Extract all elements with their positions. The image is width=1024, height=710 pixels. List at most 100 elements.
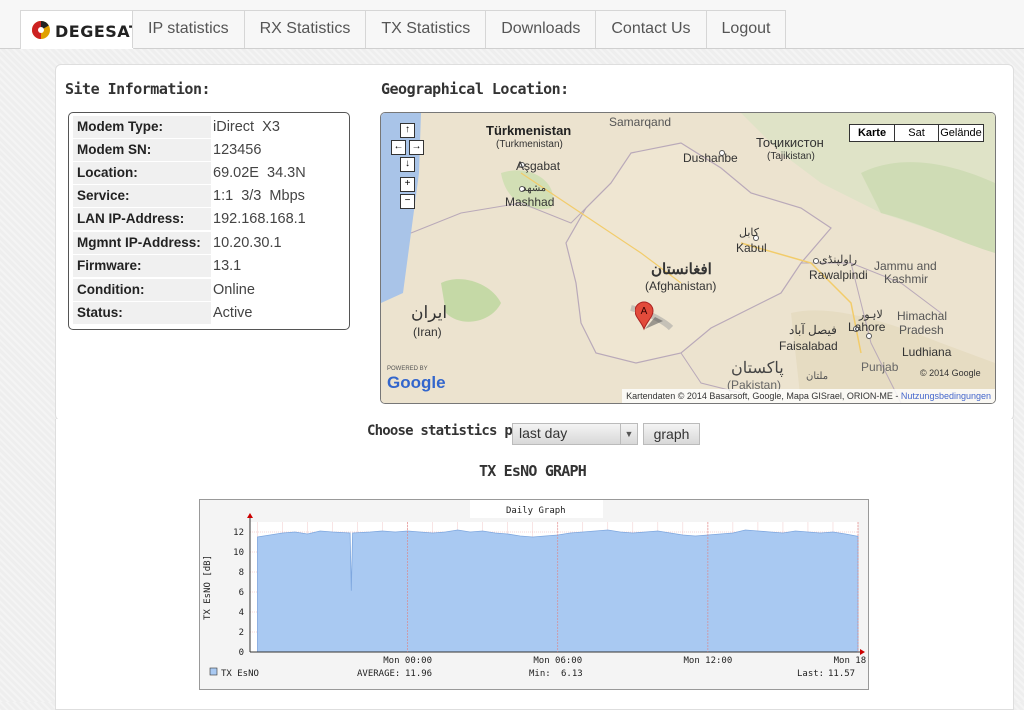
map-label-asgabat: Aşgabat (516, 159, 561, 173)
map-label-kabul: Kabul (736, 241, 767, 255)
statistics-period-select[interactable]: last day ▼ (512, 423, 638, 445)
x-tick-label: Mon 00:00 (383, 656, 432, 666)
map-pan-down-button[interactable]: ↓ (400, 157, 415, 172)
map-label-rawalpindi-fa: راولپنڈی (819, 254, 858, 266)
location-marker-label: A (641, 306, 648, 317)
top-navigation-bar: DEGESAT IP statistics RX Statistics TX S… (0, 0, 1024, 49)
y-tick-label: 6 (239, 588, 244, 598)
y-tick-label: 0 (239, 648, 244, 658)
site-row: Status: Active (73, 302, 345, 324)
map-type-gelande-button[interactable]: Gelände (938, 124, 984, 142)
map-label-afghanistan: (Afghanistan) (645, 279, 717, 293)
map-label-dushanbe: Dushanbe (683, 151, 738, 165)
chart-title: Daily Graph (506, 506, 566, 516)
chevron-down-icon: ▼ (620, 424, 637, 444)
x-tick-label: Mon 18:00 (834, 656, 868, 666)
google-logo[interactable]: Google (387, 373, 446, 393)
map-zoom-in-button[interactable]: + (400, 177, 415, 192)
site-row-label: Condition: (73, 279, 211, 301)
y-tick-label: 8 (239, 568, 244, 578)
average-label: AVERAGE: (357, 669, 400, 679)
location-marker-icon[interactable]: A (635, 301, 671, 331)
y-tick-label: 12 (233, 528, 244, 538)
plot-area: 0 2 4 6 8 10 12 Mon 00:00 Mon 06:00 Mon 12:00 Mon … (233, 513, 868, 666)
average-value: 11.96 (405, 669, 432, 679)
site-row-value: 1:1 3/3 Mbps (213, 188, 305, 204)
map-pan-right-button[interactable]: → (409, 140, 424, 155)
site-row: Mgmnt IP-Address: 10.20.30.1 (73, 232, 345, 254)
site-row-value: iDirect X3 (213, 119, 280, 135)
graph-title: TX EsNO GRAPH (478, 462, 587, 480)
site-row: Service: 1:1 3/3 Mbps (73, 185, 345, 207)
graph-button[interactable]: graph (643, 423, 700, 445)
site-row-value: 69.02E 34.3N (213, 165, 306, 181)
map-label-pakistan-fa: پاکستان (731, 360, 784, 377)
map-label-iran: (Iran) (413, 325, 442, 339)
nav-tx-statistics[interactable]: TX Statistics (366, 10, 487, 48)
geographical-location-heading: Geographical Location: (381, 80, 569, 98)
y-tick-label: 4 (239, 608, 244, 618)
map-label-mashhad-fa: مشهد (522, 183, 547, 194)
map-copyright: Kartendaten © 2014 Basarsoft, Google, Ma… (626, 391, 893, 401)
main-nav: IP statistics RX Statistics TX Statistic… (132, 10, 787, 48)
map-copyright-bar: Kartendaten © 2014 Basarsoft, Google, Ma… (622, 389, 995, 403)
map-type-sat-button[interactable]: Sat (894, 124, 939, 142)
site-row: LAN IP-Address: 192.168.168.1 (73, 208, 345, 230)
site-row: Location: 69.02E 34.3N (73, 162, 345, 184)
site-row-value: Online (213, 282, 255, 298)
powered-by-label: POWERED BY (387, 366, 428, 372)
min-value: 6.13 (561, 669, 583, 679)
nav-ip-statistics[interactable]: IP statistics (132, 10, 245, 48)
site-row-value: Active (213, 305, 253, 321)
map-pan-up-button[interactable]: ↑ (400, 123, 415, 138)
map-label-himachal: Himachal (897, 309, 948, 323)
map-label-jammu: Jammu and (874, 259, 937, 273)
map-label-faisalabad: Faisalabad (779, 339, 838, 353)
x-axis-arrow (860, 649, 865, 655)
map-label-turkmenistan-en: (Turkmenistan) (496, 139, 563, 150)
map-label-multan-fa: ملتان (806, 371, 829, 382)
statistics-period-value: last day (519, 425, 568, 441)
map-label-samarqand: Samarqand (609, 115, 672, 129)
map-label-faisalabad-fa: فیصل آباد (789, 323, 837, 337)
site-row-label: Location: (73, 162, 211, 184)
site-information-table: Modem Type: iDirect X3 Modem SN: 123456 Lo… (68, 112, 350, 330)
brand-logo[interactable]: DEGESAT (20, 10, 140, 49)
chart-svg: Daily Graph 0 2 4 6 8 10 12 Mon 00:00 Mon 06:00 M… (203, 500, 868, 679)
site-row: Modem Type: iDirect X3 (73, 116, 345, 138)
site-row-value: 10.20.30.1 (213, 235, 282, 251)
map-label-kashmir: Kashmir (884, 272, 929, 286)
map-label-iran-fa: ایران (411, 303, 448, 322)
site-row-value: 13.1 (213, 258, 242, 274)
site-row-label: Modem SN: (73, 139, 211, 161)
map-view[interactable]: Samarqand Türkmenistan (Turkmenistan) Aş… (380, 112, 996, 404)
map-zoom-out-button[interactable]: − (400, 194, 415, 209)
site-information-heading: Site Information: (65, 80, 211, 98)
legend-swatch (209, 667, 218, 676)
map-pan-left-button[interactable]: ← (391, 140, 406, 155)
site-row-label: Mgmnt IP-Address: (73, 232, 211, 254)
last-value: 11.57 (828, 669, 855, 679)
nav-downloads[interactable]: Downloads (486, 10, 597, 48)
site-row-label: Service: (73, 185, 211, 207)
map-label-mashhad: Mashhad (505, 195, 555, 209)
map-label-punjab: Punjab (861, 360, 899, 374)
map-copyright-corner: © 2014 Google (920, 368, 981, 378)
y-tick-label: 10 (233, 548, 244, 558)
site-row: Firmware: 13.1 (73, 255, 345, 277)
y-tick-label: 2 (239, 628, 244, 638)
map-terms-link[interactable]: Nutzungsbedingungen (901, 391, 991, 401)
site-row-label: Firmware: (73, 255, 211, 277)
tx-esno-chart: Daily Graph 0 2 4 6 8 10 12 Mon 00:00 Mon 06:00 M… (199, 499, 869, 690)
legend-label: TX EsNO (221, 669, 259, 679)
nav-logout[interactable]: Logout (706, 10, 787, 48)
map-label-tajikistan-en: (Tajikistan) (767, 151, 815, 162)
x-tick-label: Mon 12:00 (683, 656, 732, 666)
nav-rx-statistics[interactable]: RX Statistics (244, 10, 367, 48)
map-label-turkmenistan: Türkmenistan (486, 123, 572, 138)
site-row: Modem SN: 123456 (73, 139, 345, 161)
nav-contact-us[interactable]: Contact Us (596, 10, 707, 48)
map-label-tajikistan: Тоҷикистон (756, 135, 824, 150)
map-label-lahore: Lahore (848, 320, 886, 334)
map-type-karte-button[interactable]: Karte (849, 124, 895, 142)
